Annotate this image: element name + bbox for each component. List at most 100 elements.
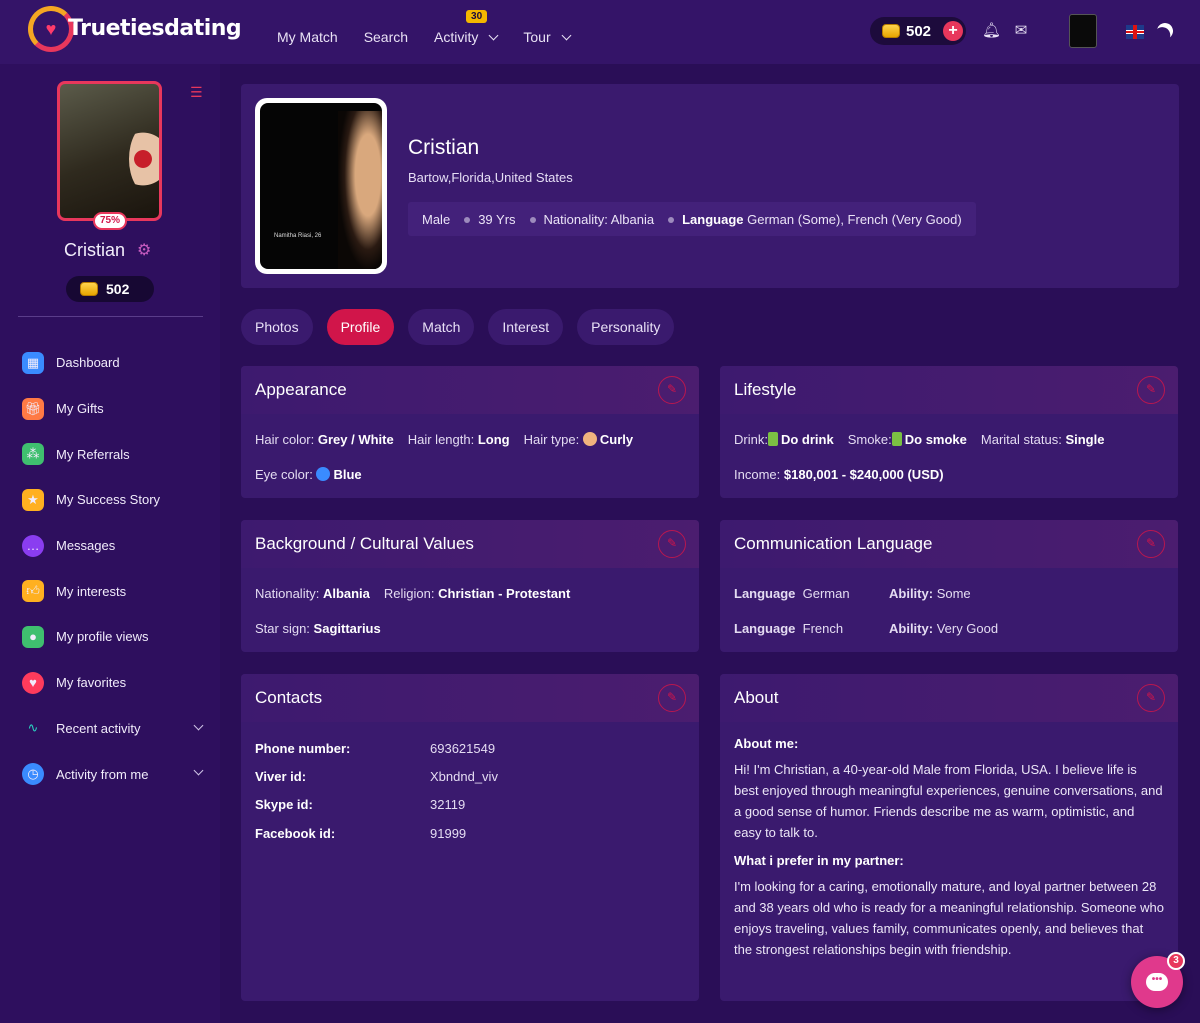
sidebar-item-label: Dashboard xyxy=(56,355,120,371)
profile-photo[interactable] xyxy=(57,81,162,221)
curly-hair-icon xyxy=(582,432,597,446)
sidebar-item-activity-from-me[interactable]: ◷ Activity from me xyxy=(22,751,208,797)
field-value: 91999 xyxy=(430,825,467,841)
language-row: Language French Ability: Very Good xyxy=(734,617,1164,652)
card-header: Communication Language ✎ xyxy=(720,520,1178,568)
card-title: Contacts xyxy=(255,688,323,707)
gear-icon[interactable]: ⚙ xyxy=(137,240,151,260)
profile-main-photo[interactable]: Namitha Riasi, 26 xyxy=(255,98,387,274)
field-value: Grey / White xyxy=(317,432,394,447)
tab-profile[interactable]: Profile xyxy=(326,309,395,345)
nav-search[interactable]: Search xyxy=(364,28,408,46)
sidebar: 75% ☰ Cristian ⚙ 502 ▦ Dashboard 🎁︎ My G… xyxy=(0,64,220,1023)
photo-caption: Namitha Riasi, 26 xyxy=(274,233,322,239)
user-avatar[interactable] xyxy=(1069,14,1097,48)
card-body: About me: Hi! I'm Christian, a 40-year-o… xyxy=(720,722,1178,960)
sidebar-item-my-interests[interactable]: 👍︎ My interests xyxy=(22,568,208,614)
logo-heart-icon: ♥ xyxy=(45,19,57,39)
edit-appearance-button[interactable]: ✎ xyxy=(658,376,686,404)
field-label: Viver id: xyxy=(255,768,307,784)
contact-row: Viver id: Xbndnd_viv xyxy=(255,762,685,790)
nav-label: Search xyxy=(363,29,409,45)
language-tag: Language German (Some), French (Very Goo… xyxy=(668,212,962,227)
background-row: Star sign: Sagittarius xyxy=(255,617,685,652)
coin-icon xyxy=(80,282,98,296)
field-label: Facebook id: xyxy=(255,825,336,841)
sidebar-item-my-favorites[interactable]: ♥ My favorites xyxy=(22,660,208,706)
nav-tour[interactable]: Tour xyxy=(523,28,572,46)
field-label: Drink: xyxy=(734,432,768,447)
nav-my-match[interactable]: My Match xyxy=(277,28,338,46)
profile-name: Cristian xyxy=(408,136,480,159)
sidebar-item-dashboard[interactable]: ▦ Dashboard xyxy=(22,340,208,386)
about-me-label: About me: xyxy=(734,736,799,751)
tab-interest[interactable]: Interest xyxy=(488,309,564,345)
profile-views-icon: ● xyxy=(22,625,44,648)
mail-icon[interactable]: ✉ xyxy=(1012,22,1030,40)
contacts-card: Contacts ✎ Phone number: 693621549 Viver … xyxy=(241,674,699,1001)
field-label: Ability: xyxy=(889,621,934,636)
card-body: Drink: Do drink Smoke: Do smoke Marital st… xyxy=(720,414,1178,498)
edit-background-button[interactable]: ✎ xyxy=(658,530,686,558)
dashboard-icon: ▦ xyxy=(22,351,44,374)
field-label: Income: xyxy=(734,467,781,482)
language-row: Language German Ability: Some xyxy=(734,582,1164,617)
field-value: Very Good xyxy=(936,621,999,636)
field-value: Some xyxy=(936,586,971,601)
nationality-value: Nationality: Albania xyxy=(543,211,655,227)
hair-type: Hair type: Curly xyxy=(524,432,633,447)
logo[interactable]: ♥ Truetiesdating xyxy=(28,6,242,58)
field-value: Single xyxy=(1065,432,1105,447)
sidebar-item-my-gifts[interactable]: 🎁︎ My Gifts xyxy=(22,386,208,432)
collapse-sidebar-icon[interactable]: ☰ xyxy=(190,84,203,101)
profile-completion-badge: 75% xyxy=(93,212,127,230)
tab-match[interactable]: Match xyxy=(408,309,475,345)
gift-icon: 🎁︎ xyxy=(22,397,44,420)
tab-photos[interactable]: Photos xyxy=(241,309,313,345)
edit-about-button[interactable]: ✎ xyxy=(1137,684,1165,712)
language-label: Language xyxy=(682,211,744,227)
moon-icon[interactable] xyxy=(1155,21,1176,42)
field-label: Eye color: xyxy=(255,467,313,482)
nav-label: Tour xyxy=(523,29,551,45)
nav-activity[interactable]: 30 Activity xyxy=(434,10,499,46)
nationality-tag: Nationality: Albania xyxy=(529,211,655,227)
hair-color: Hair color: Grey / White xyxy=(255,432,394,447)
card-header: Lifestyle ✎ xyxy=(720,366,1178,414)
profile-header-card: Namitha Riasi, 26 Cristian Bartow,Florid… xyxy=(241,84,1179,288)
uk-flag-icon[interactable] xyxy=(1126,25,1144,39)
edit-lifestyle-button[interactable]: ✎ xyxy=(1137,376,1165,404)
sidebar-item-recent-activity[interactable]: ∿ Recent activity xyxy=(22,706,208,752)
sidebar-item-label: Messages xyxy=(56,538,116,554)
chevron-down-icon xyxy=(193,765,204,776)
sidebar-user-name: Cristian xyxy=(64,240,126,260)
chat-button[interactable]: ••• 3 xyxy=(1131,952,1185,1008)
sidebar-coin-balance: 502 xyxy=(66,276,154,302)
profile-tags: Male 39 Yrs Nationality: Albania Languag… xyxy=(408,202,976,236)
age-value: 39 Yrs xyxy=(478,211,516,227)
edit-communication-button[interactable]: ✎ xyxy=(1137,530,1165,558)
religion: Religion: Christian - Protestant xyxy=(384,586,570,601)
tab-personality[interactable]: Personality xyxy=(577,309,675,345)
partner-preference-label: What i prefer in my partner: xyxy=(734,853,904,868)
card-body: Language German Ability: Some Language F… xyxy=(720,568,1178,652)
bell-icon[interactable]: 🔔︎ xyxy=(982,22,1001,40)
dot-separator xyxy=(529,217,536,224)
language-cell: Language German xyxy=(734,586,889,601)
field-value: $180,001 - $240,000 (USD) xyxy=(783,467,944,482)
sidebar-item-my-success-story[interactable]: ★ My Success Story xyxy=(22,477,208,523)
edit-contacts-button[interactable]: ✎ xyxy=(658,684,686,712)
add-coins-button[interactable]: + xyxy=(943,21,963,41)
thumbs-up-icon: 👍︎ xyxy=(22,580,44,603)
sidebar-item-my-profile-views[interactable]: ● My profile views xyxy=(22,614,208,660)
ability-cell: Ability: Very Good xyxy=(889,621,998,636)
card-body: Phone number: 693621549 Viver id: Xbndnd_v… xyxy=(241,722,699,847)
field-value: Blue xyxy=(333,467,362,482)
sidebar-item-messages[interactable]: … Messages xyxy=(22,523,208,569)
pulse-icon: ∿ xyxy=(27,720,39,736)
coin-icon xyxy=(882,24,900,38)
field-value: Do smoke xyxy=(904,432,967,447)
field-value: Do drink xyxy=(780,432,834,447)
field-label: Skype id: xyxy=(255,797,313,813)
sidebar-item-my-referrals[interactable]: ⁂ My Referrals xyxy=(22,431,208,477)
